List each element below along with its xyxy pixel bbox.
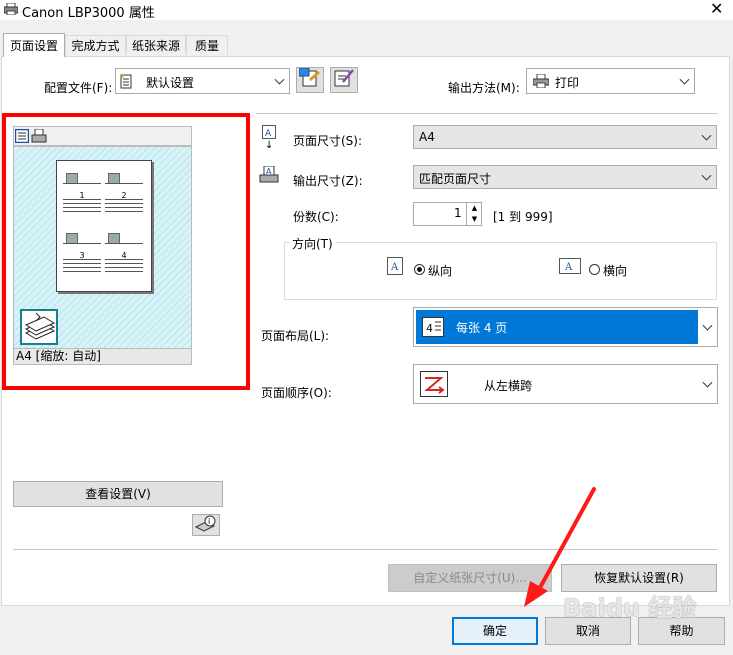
output-method-value: 打印 — [555, 76, 580, 90]
layout-value: 每张 4 页 — [456, 321, 508, 335]
chevron-down-icon — [701, 130, 712, 141]
landscape-radio[interactable] — [589, 264, 600, 275]
print-icon — [532, 73, 550, 91]
page-size-label: 页面尺寸(S): — [293, 134, 363, 148]
printer-info-icon: i — [194, 515, 216, 532]
copies-range: [1 到 999] — [493, 210, 553, 224]
order-value: 从左横跨 — [484, 379, 533, 393]
svg-text:A: A — [265, 129, 272, 138]
page-size-value: A4 — [419, 130, 435, 144]
portrait-radio[interactable] — [414, 264, 425, 275]
output-size-icon: A — [259, 165, 279, 187]
chevron-down-icon — [274, 74, 285, 85]
copies-up-button[interactable]: ▲ — [466, 203, 482, 214]
tab-paper-source[interactable]: 纸张来源 — [126, 35, 186, 55]
layout-label: 页面布局(L): — [261, 329, 330, 343]
copies-label: 份数(C): — [293, 210, 339, 224]
svg-text:A: A — [390, 262, 399, 273]
divider — [256, 113, 718, 114]
order-left-to-right-icon — [420, 371, 448, 397]
edit-profile-icon — [334, 69, 354, 87]
landscape-label[interactable]: 横向 — [603, 262, 627, 279]
portrait-icon: A — [387, 257, 403, 275]
four-up-icon: 4 — [422, 317, 444, 337]
tab-page-setup[interactable]: 页面设置 — [3, 33, 65, 57]
layout-select[interactable]: 4 每张 4 页 — [413, 307, 718, 347]
svg-text:4: 4 — [426, 322, 433, 335]
portrait-label[interactable]: 纵向 — [428, 262, 452, 279]
profile-document-icon — [120, 74, 133, 92]
close-icon[interactable]: ✕ — [710, 0, 723, 18]
orientation-group-label: 方向(T) — [290, 235, 335, 252]
svg-text:A: A — [564, 262, 573, 273]
output-size-value: 匹配页面尺寸 — [419, 172, 492, 186]
page-size-icon: A — [262, 125, 276, 139]
output-method-label: 输出方法(M): — [448, 81, 520, 95]
chevron-down-icon — [679, 74, 690, 85]
annotation-highlight-box — [2, 113, 250, 390]
copies-value: 1 — [454, 206, 462, 220]
add-profile-button[interactable] — [296, 67, 324, 93]
tab-finishing[interactable]: 完成方式 — [65, 35, 126, 55]
order-label: 页面顺序(O): — [261, 386, 332, 400]
printer-icon — [3, 2, 19, 16]
printer-info-button[interactable]: i — [192, 514, 220, 536]
add-profile-icon — [298, 67, 320, 87]
output-size-select[interactable]: 匹配页面尺寸 — [413, 165, 717, 189]
svg-text:i: i — [208, 517, 210, 526]
chevron-down-icon — [701, 170, 712, 181]
tab-quality[interactable]: 质量 — [186, 35, 228, 55]
profile-value: 默认设置 — [146, 76, 195, 90]
copies-down-button[interactable]: ▼ — [466, 214, 482, 225]
chevron-down-icon — [702, 377, 713, 388]
orientation-group — [284, 242, 717, 300]
arrow-down-icon: ↓ — [265, 140, 274, 151]
chevron-down-icon — [702, 320, 713, 331]
output-method-select[interactable]: 打印 — [526, 68, 695, 94]
view-settings-button[interactable]: 查看设置(V) — [13, 481, 223, 507]
profile-label: 配置文件(F): — [44, 81, 113, 95]
divider — [13, 549, 717, 550]
page-size-select[interactable]: A4 — [413, 125, 717, 149]
annotation-arrow — [524, 487, 596, 607]
landscape-icon: A — [559, 258, 581, 274]
profile-select[interactable]: 默认设置 — [115, 68, 290, 94]
ok-button[interactable]: 确定 — [452, 617, 538, 645]
order-select[interactable]: 从左横跨 — [413, 364, 718, 404]
output-size-label: 输出尺寸(Z): — [293, 174, 363, 188]
window-title: Canon LBP3000 属性 — [22, 6, 155, 21]
edit-profile-button[interactable] — [330, 67, 358, 93]
